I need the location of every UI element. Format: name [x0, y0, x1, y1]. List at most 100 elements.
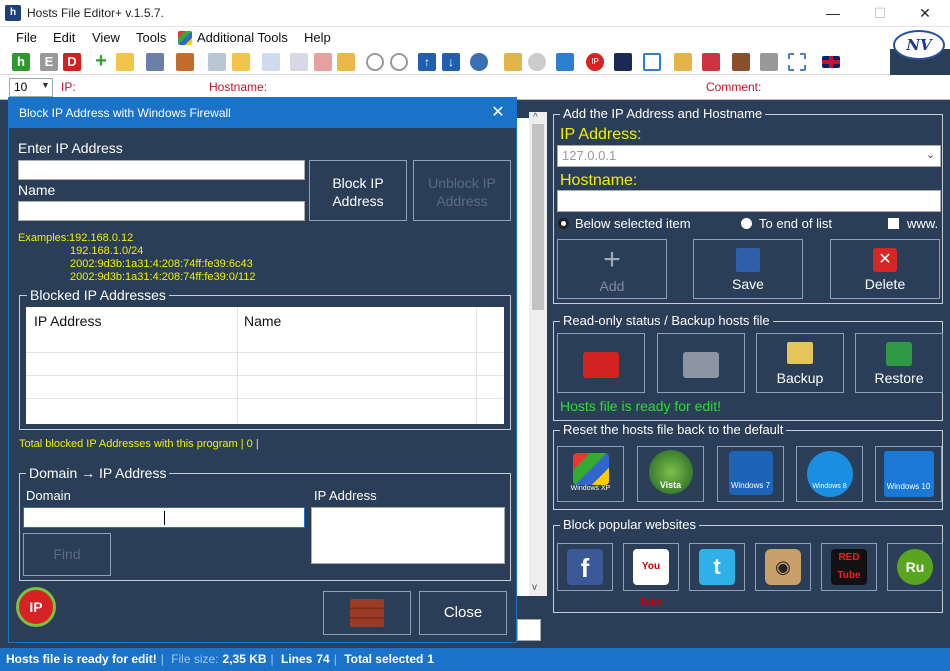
windows-10-icon: Windows 10 [883, 451, 934, 497]
reset-windows-7-button[interactable]: Windows 7 [717, 446, 784, 502]
block-ru-button[interactable]: Ru [887, 543, 943, 591]
globe-icon[interactable] [470, 53, 488, 71]
col-name-header[interactable]: Name [244, 313, 281, 329]
unblock-ip-button[interactable]: Unblock IP Address [413, 160, 511, 221]
dialog-close-icon[interactable]: ✕ [486, 98, 510, 128]
save-button[interactable]: Save [693, 239, 803, 299]
domain-label: Domain [26, 488, 71, 503]
block-instagram-button[interactable]: ◉ [755, 543, 811, 591]
folder-icon[interactable] [232, 53, 250, 71]
hosts-list[interactable] [517, 118, 529, 596]
resize-icon[interactable] [788, 53, 806, 71]
block-youtube-button[interactable]: You Tube [623, 543, 679, 608]
delete-x-icon: ✕ [873, 248, 897, 272]
twitter-icon: t [699, 549, 735, 585]
add-button[interactable]: + Add [557, 239, 667, 299]
scroll-down-icon[interactable]: v [532, 582, 537, 593]
col-ip-header[interactable]: IP Address [34, 313, 101, 329]
example-ip: 2002:9d3b:1a31:4:208:74ff:fe39:0/112 [70, 271, 256, 283]
mail-icon[interactable] [337, 53, 355, 71]
reset-windows-xp-button[interactable]: Windows XP [557, 446, 624, 502]
reset-vista-button[interactable]: Vista [637, 446, 704, 502]
block-ip-button[interactable]: Block IP Address [309, 160, 407, 221]
save-icon[interactable] [146, 53, 164, 71]
scrollbar-thumb[interactable] [532, 124, 544, 310]
block-redtube-button[interactable]: RED Tube [821, 543, 877, 591]
check2-icon[interactable] [390, 53, 408, 71]
file-red-icon[interactable] [314, 53, 332, 71]
arrow-up-icon[interactable]: ↑ [418, 53, 436, 71]
menu-edit[interactable]: Edit [53, 30, 75, 45]
flag-icon[interactable] [702, 53, 720, 71]
close-window-button[interactable]: ✕ [902, 0, 948, 27]
radio-below-selected[interactable] [558, 218, 569, 229]
new-file-icon[interactable] [262, 53, 280, 71]
menu-additional-tools[interactable]: Additional Tools [197, 30, 288, 45]
window-icon[interactable] [643, 53, 661, 71]
find-button[interactable]: Find [23, 533, 111, 576]
menu-view[interactable]: View [92, 30, 120, 45]
window-title: Hosts File Editor+ v.1.5.7. [27, 6, 164, 20]
menu-help[interactable]: Help [304, 30, 331, 45]
menu-tools[interactable]: Tools [136, 30, 166, 45]
hostname-filter-label: Hostname: [209, 80, 268, 94]
www-checkbox[interactable] [888, 218, 899, 229]
dialog-title: Block IP Address with Windows Firewall [9, 98, 516, 128]
reset-windows-10-button[interactable]: Windows 10 [875, 446, 942, 502]
restore-button[interactable]: Restore [855, 333, 943, 393]
radio-end-of-list[interactable] [741, 218, 752, 229]
file-size-value: 2,35 KB [222, 652, 267, 666]
ip-input[interactable] [18, 160, 305, 180]
delete-button[interactable]: ✕ Delete [830, 239, 940, 299]
selected-label: Total selected [344, 652, 424, 666]
block-websites-title: Block popular websites [560, 517, 699, 532]
plus-icon: + [603, 243, 621, 276]
broom-icon[interactable] [674, 53, 692, 71]
blocked-table[interactable]: IP Address Name [26, 307, 504, 424]
www-label: www. [907, 216, 939, 231]
box-icon[interactable] [732, 53, 750, 71]
unlock-button[interactable] [657, 333, 745, 393]
additional-tools-icon [178, 31, 192, 45]
minimize-button[interactable]: — [810, 0, 856, 27]
close-button[interactable]: Close [419, 591, 507, 635]
hostname-input[interactable] [557, 190, 941, 212]
blocked-total: Total blocked IP Addresses with this pro… [19, 438, 259, 450]
reset-group-title: Reset the hosts file back to the default [560, 422, 787, 437]
star-icon[interactable] [614, 53, 632, 71]
comment-box[interactable] [517, 619, 541, 641]
tools-icon[interactable] [176, 53, 194, 71]
bug-icon[interactable] [528, 53, 546, 71]
block-twitter-button[interactable]: t [689, 543, 745, 591]
uk-flag-icon[interactable] [822, 56, 840, 68]
firewall-button[interactable] [323, 591, 411, 635]
lock-open-icon [683, 352, 719, 378]
maximize-button[interactable]: ☐ [857, 0, 903, 27]
scroll-up-icon[interactable]: ^ [533, 112, 538, 123]
block-facebook-button[interactable]: f [557, 543, 613, 591]
network-icon[interactable] [504, 53, 522, 71]
name-label: Name [18, 182, 56, 198]
backup-button[interactable]: Backup [756, 333, 844, 393]
lock-readonly-button[interactable] [557, 333, 645, 393]
name-input[interactable] [18, 201, 305, 221]
arrow-down-icon[interactable]: ↓ [442, 53, 460, 71]
reset-windows-8-button[interactable]: Windows 8 [796, 446, 863, 502]
delete-file-icon[interactable] [290, 53, 308, 71]
chevron-down-icon: ▼ [41, 80, 50, 90]
ip-address-input[interactable]: 127.0.0.1 [557, 145, 941, 167]
firewall-icon [350, 599, 384, 627]
open-folder-icon[interactable] [116, 53, 134, 71]
lock-icon[interactable] [760, 53, 778, 71]
ip-block-icon[interactable]: IP [586, 53, 604, 71]
domain-input[interactable] [23, 507, 305, 528]
example-ip: 192.168.0.12 [69, 232, 134, 244]
lines-label: Lines [281, 652, 313, 666]
hostname-label: Hostname: [560, 172, 638, 189]
ip-result-box[interactable] [311, 507, 505, 564]
check-icon[interactable] [366, 53, 384, 71]
menu-file[interactable]: File [16, 30, 37, 45]
add-icon[interactable]: + [92, 51, 110, 71]
shield-icon[interactable] [556, 53, 574, 71]
edit-icon[interactable] [208, 53, 226, 71]
